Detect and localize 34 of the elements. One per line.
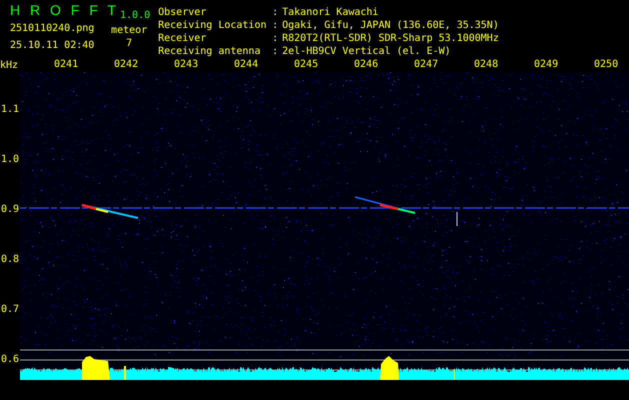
meteor-count: 7 <box>126 37 132 50</box>
unit-label: kHz <box>0 60 18 71</box>
time-axis-label: 0250 <box>594 58 618 72</box>
info-value: R820T2(RTL-SDR) SDR-Sharp 53.1000MHz <box>282 32 499 45</box>
info-label: Receiving antenna <box>158 45 262 58</box>
time-axis-label: 0245 <box>294 58 318 72</box>
frequency-axis-label: 0.6 <box>0 353 20 367</box>
time-axis-label: 0244 <box>234 58 258 72</box>
frequency-axis-label: 0.8 <box>0 253 20 267</box>
timestamp: 25.10.11 02:40 <box>10 39 96 52</box>
frequency-axis-label: 0.7 <box>0 303 20 317</box>
frequency-axis-label: 1.1 <box>0 103 20 117</box>
info-value: 2el-HB9CV Vertical (el. E-W) <box>282 45 452 58</box>
frequency-axis-label: 1.0 <box>0 153 20 167</box>
time-axis-label: 0241 <box>54 58 78 72</box>
app-title: H R O F F T <box>10 2 116 18</box>
frequency-axis-label: 0.9 <box>0 203 20 217</box>
time-axis-label: 0249 <box>534 58 558 72</box>
info-value: Ogaki, Gifu, JAPAN (136.60E, 35.35N) <box>282 19 499 32</box>
version-label: 1.0.0 <box>120 10 150 21</box>
time-axis-label: 0242 <box>114 58 138 72</box>
time-axis-label: 0247 <box>414 58 438 72</box>
info-label: Receiving Location <box>158 19 268 32</box>
time-axis-label: 0248 <box>474 58 498 72</box>
info-label: Receiver <box>158 32 208 45</box>
time-axis-label: 0246 <box>354 58 378 72</box>
time-axis-label: 0243 <box>174 58 198 72</box>
info-label: Observer <box>158 6 208 19</box>
info-value: Takanori Kawachi <box>282 6 380 19</box>
info-separator: : <box>272 45 280 58</box>
meteor-label: meteor <box>111 24 148 37</box>
info-separator: : <box>272 6 280 19</box>
info-separator: : <box>272 32 280 45</box>
info-separator: : <box>272 19 280 32</box>
